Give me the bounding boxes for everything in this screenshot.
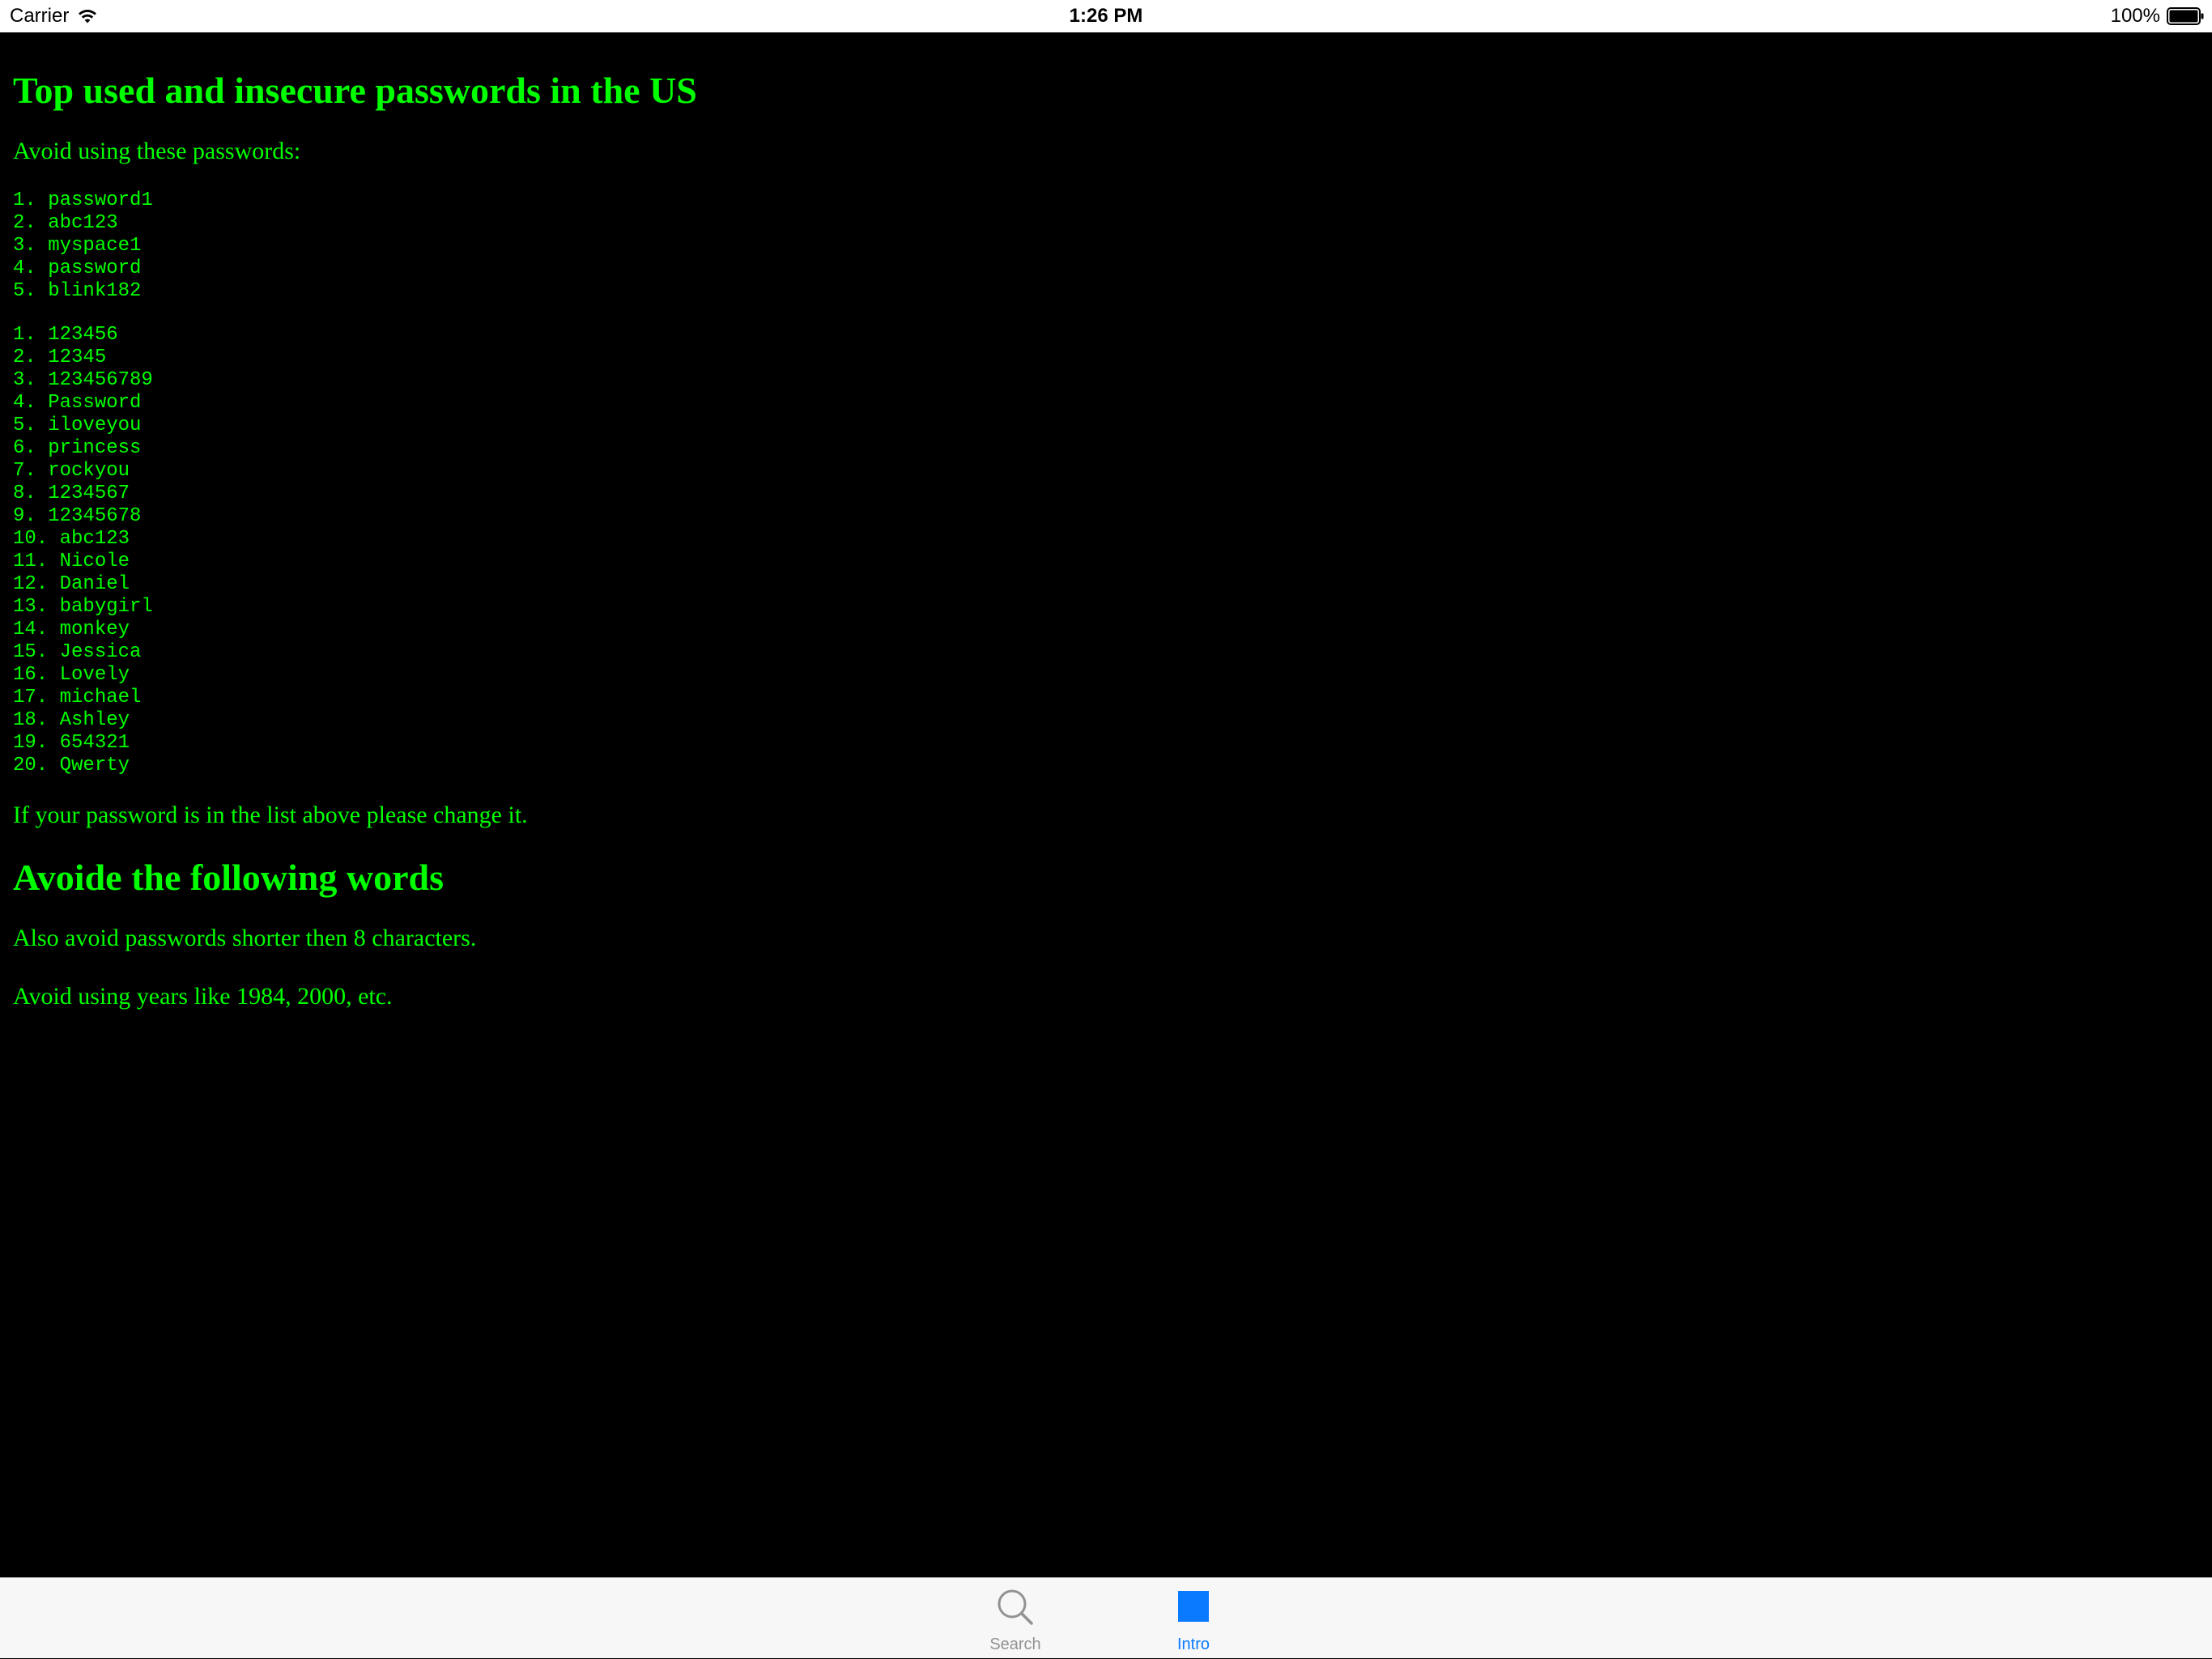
- password-list-item: 12. Daniel: [13, 573, 130, 595]
- password-list-item: 3. myspace1: [13, 235, 142, 257]
- password-list-item: 9. 12345678: [13, 505, 142, 527]
- intro-text: Avoid using these passwords:: [13, 138, 301, 164]
- battery-percentage: 100%: [2110, 5, 2160, 27]
- password-list-item: 18. Ashley: [13, 709, 130, 731]
- status-right: 100%: [2111, 5, 2204, 28]
- password-list-top20: 1. 123456 2. 12345 3. 123456789 4. Password…: [13, 324, 2199, 777]
- battery-full-icon: [2167, 7, 2204, 25]
- status-time: 1:26 PM: [1069, 5, 1143, 27]
- password-list-item: 20. Qwerty: [13, 755, 130, 776]
- password-list-item: 8. 1234567: [13, 483, 130, 504]
- password-list-item: 6. princess: [13, 437, 142, 459]
- password-list-item: 19. 654321: [13, 732, 130, 754]
- password-list-item: 1. password1: [13, 189, 153, 211]
- tab-search[interactable]: Search: [951, 1578, 1080, 1659]
- password-list-primary: 1. password1 2. abc123 3. myspace1 4. passw…: [13, 189, 2199, 303]
- password-list-item: 11. Nicole: [13, 551, 130, 572]
- tab-intro[interactable]: Intro: [1129, 1578, 1258, 1659]
- password-list-item: 1. 123456: [13, 324, 118, 346]
- password-list-item: 13. babygirl: [13, 596, 153, 618]
- short-password-note: Also avoid passwords shorter then 8 char…: [13, 925, 477, 951]
- password-list-item: 15. Jessica: [13, 641, 142, 663]
- password-list-item: 2. 12345: [13, 347, 107, 368]
- password-list-item: 3. 123456789: [13, 369, 153, 391]
- password-list-item: 4. Password: [13, 392, 142, 414]
- tab-search-label: Search: [989, 1636, 1041, 1653]
- password-list-item: 16. Lovely: [13, 664, 130, 686]
- password-list-item: 4. password: [13, 257, 142, 279]
- tab-intro-label: Intro: [1176, 1636, 1210, 1653]
- password-list-item: 5. iloveyou: [13, 415, 142, 436]
- page-title: Top used and insecure passwords in the U…: [13, 70, 697, 111]
- password-list-item: 5. blink182: [13, 280, 142, 302]
- password-list-item: 7. rockyou: [13, 460, 130, 482]
- square-icon: [1178, 1591, 1209, 1622]
- search-icon: [998, 1589, 1033, 1625]
- password-list-item: 2. abc123: [13, 212, 118, 234]
- change-password-note: If your password is in the list above pl…: [13, 802, 528, 828]
- tab-bar: Search Intro: [0, 1577, 2212, 1658]
- password-list-item: 10. abc123: [13, 528, 130, 550]
- status-bar: Carrier 1:26 PM 100%: [0, 0, 2212, 32]
- years-note: Avoid using years like 1984, 2000, etc.: [13, 983, 393, 1010]
- content-webview[interactable]: Top used and insecure passwords in the U…: [0, 32, 2212, 1577]
- password-list-item: 17. michael: [13, 687, 142, 708]
- section-heading-words: Avoide the following words: [13, 857, 444, 898]
- password-list-item: 14. monkey: [13, 619, 130, 640]
